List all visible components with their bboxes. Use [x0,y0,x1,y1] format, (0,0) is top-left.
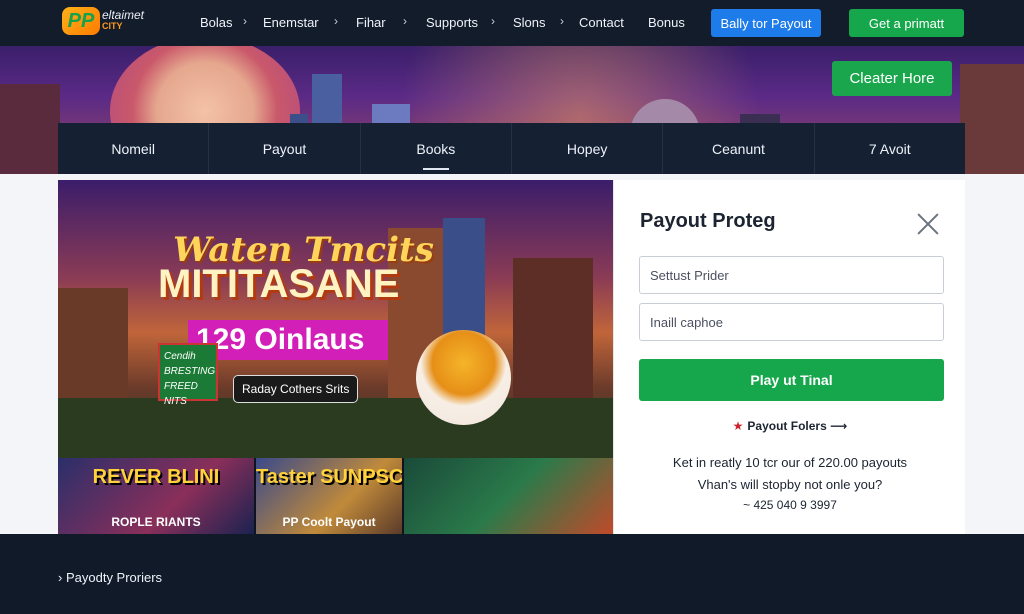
footer: › Payodty Proriers [0,534,1024,614]
payout-folders-link[interactable]: ★ Payout Folers ⟶ [614,419,966,433]
star-icon: ★ [732,419,744,433]
top-navbar: PP eltaimet CITY Bolas › Enemstar › Fiha… [0,0,1024,46]
chevron-right-icon: › [403,14,407,28]
game-tile-title: Taster SUNPSCAY [256,466,404,488]
chevron-right-icon: › [243,14,247,28]
email-field[interactable] [639,303,944,341]
logo-line2: CITY [102,21,123,31]
hero-cta-button[interactable]: Cleater Hore [832,61,952,96]
tab-7-avoit[interactable]: 7 Avoit [815,123,965,174]
chevron-right-icon: › [58,570,63,585]
bowl-image [416,330,511,425]
tab-nomeil[interactable]: Nomeil [58,123,210,174]
promo-chip[interactable]: Raday Cothers Srits [233,375,359,403]
tab-payout[interactable]: Payout [209,123,361,174]
payout-panel: Payout Proteg Play ut Tinal ★Payout Fole… [613,180,965,534]
game-tile[interactable]: REVER BLINI ROPLE RIANTS [58,458,256,534]
payout-button[interactable]: Bally tor Payout [711,9,821,37]
site-logo[interactable]: PP eltaimet CITY [62,7,144,35]
game-tile[interactable] [404,458,613,534]
logo-line1: eltaimet [102,8,145,22]
promo-main-title: MITITASANE [158,262,400,306]
tab-ceanunt[interactable]: Ceanunt [663,123,815,174]
logo-text: eltaimet CITY [102,8,145,32]
get-started-button[interactable]: Get a primatt [849,9,964,37]
building-graphic [960,64,1024,174]
promo-badge: 129 Oinlaus [188,320,388,360]
category-tabs: Nomeil Payout Books Hopey Ceanunt 7 Avoi… [58,123,965,174]
promo-banner[interactable]: Waten Tmcits MITITASANE 129 Oinlaus Cend… [58,180,613,458]
nav-item-supports[interactable]: Supports [426,15,478,30]
nav-item-bonus[interactable]: Bonus [648,15,685,30]
chevron-right-icon: › [560,14,564,28]
play-button[interactable]: Play ut Tinal [639,359,944,401]
close-icon[interactable] [916,212,940,236]
logo-badge: PP [62,7,100,35]
provider-field[interactable] [639,256,944,294]
info-line: Ket in reatly 10 tcr our of 220.00 payou… [672,455,908,470]
info-line: Vhan's will stopby not onle you? [697,477,883,492]
nav-item-enemstar[interactable]: Enemstar [263,15,319,30]
chevron-right-icon: › [491,14,495,28]
tab-books[interactable]: Books [361,123,512,174]
promo-sign: Cendih BRESTING FREED NITS [158,343,218,407]
nav-item-slons[interactable]: Slons [513,15,546,30]
info-phone: ~ 425 040 9 3997 [743,498,837,512]
nav-item-fihar[interactable]: Fihar [356,15,386,30]
chevron-right-icon: › [334,14,338,28]
tab-hopey[interactable]: Hopey [512,123,664,174]
game-tile-title: REVER BLINI [92,466,220,488]
nav-item-contact[interactable]: Contact [579,15,624,30]
footer-link[interactable]: › Payodty Proriers [58,570,162,585]
game-tile-label: PP Coolt Payout [282,515,376,529]
game-tile[interactable]: Taster SUNPSCAY PP Coolt Payout [256,458,404,534]
game-tile-label: ROPLE RIANTS [111,515,201,529]
game-tiles: REVER BLINI ROPLE RIANTS Taster SUNPSCAY… [58,458,613,534]
arrow-right-icon: ⟶ [830,419,848,433]
nav-item-bolas[interactable]: Bolas [200,15,233,30]
panel-title: Payout Proteg [640,210,776,232]
building-graphic [0,84,60,174]
